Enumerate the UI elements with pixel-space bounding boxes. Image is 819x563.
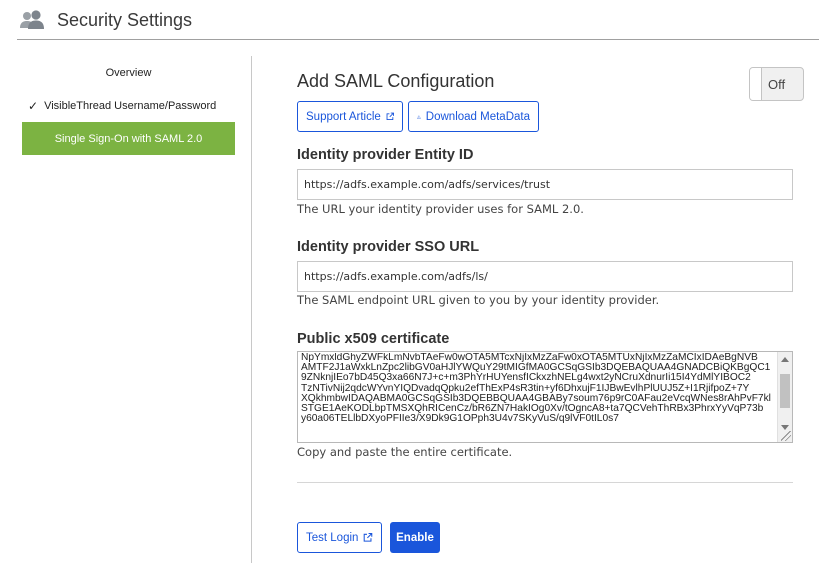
config-title: Add SAML Configuration [297, 71, 495, 91]
resize-grip-icon[interactable] [781, 431, 791, 441]
scroll-down-icon[interactable] [781, 425, 789, 430]
checkmark-icon: ✓ [28, 98, 39, 113]
certificate-textarea[interactable]: NpYmxldGhyZWFkLmNvbTAeFw0wOTA5MTcxNjIxMz… [297, 351, 793, 443]
entity-id-input[interactable] [297, 169, 793, 200]
external-link-icon [386, 112, 394, 121]
entity-id-label: Identity provider Entity ID [297, 147, 474, 163]
download-metadata-label: Download MetaData [425, 110, 530, 123]
external-link-icon [364, 532, 373, 542]
page-title: Security Settings [57, 10, 193, 30]
scroll-up-icon[interactable] [781, 357, 789, 362]
toggle-label: Off [768, 77, 786, 92]
download-icon [417, 114, 421, 119]
certificate-scrollbar[interactable] [777, 352, 792, 442]
certificate-text: NpYmxldGhyZWFkLmNvbTAeFw0wOTA5MTcxNjIxMz… [301, 353, 771, 425]
sidebar-item-label: VisibleThread Username/Password [44, 99, 217, 112]
sidebar-item-username-password[interactable]: ✓ VisibleThread Username/Password [22, 89, 235, 122]
sidebar-item-label: Single Sign-On with SAML 2.0 [54, 132, 203, 145]
scroll-thumb[interactable] [780, 374, 790, 408]
sidebar-item-overview[interactable]: Overview [22, 56, 235, 89]
entity-id-help: The URL your identity provider uses for … [297, 202, 584, 216]
sso-url-input[interactable] [297, 261, 793, 292]
download-metadata-button[interactable]: Download MetaData [408, 101, 539, 132]
vertical-divider [251, 56, 252, 563]
sidebar: Overview ✓ VisibleThread Username/Passwo… [22, 56, 235, 155]
page-header: Security Settings [17, 0, 819, 40]
section-divider [297, 482, 793, 483]
certificate-help: Copy and paste the entire certificate. [297, 445, 513, 459]
toggle-knob [750, 68, 762, 100]
support-article-button[interactable]: Support Article [297, 101, 403, 132]
support-article-label: Support Article [306, 110, 381, 123]
test-login-label: Test Login [306, 531, 359, 544]
enable-button[interactable]: Enable [390, 522, 440, 553]
sidebar-item-saml-sso[interactable]: Single Sign-On with SAML 2.0 [22, 122, 235, 155]
sidebar-item-label: Overview [105, 66, 152, 79]
sso-url-help: The SAML endpoint URL given to you by yo… [297, 293, 660, 307]
certificate-label: Public x509 certificate [297, 331, 450, 347]
users-icon [20, 10, 44, 29]
saml-enabled-toggle[interactable]: Off [749, 67, 804, 101]
test-login-button[interactable]: Test Login [297, 522, 382, 553]
sso-url-label: Identity provider SSO URL [297, 239, 480, 255]
